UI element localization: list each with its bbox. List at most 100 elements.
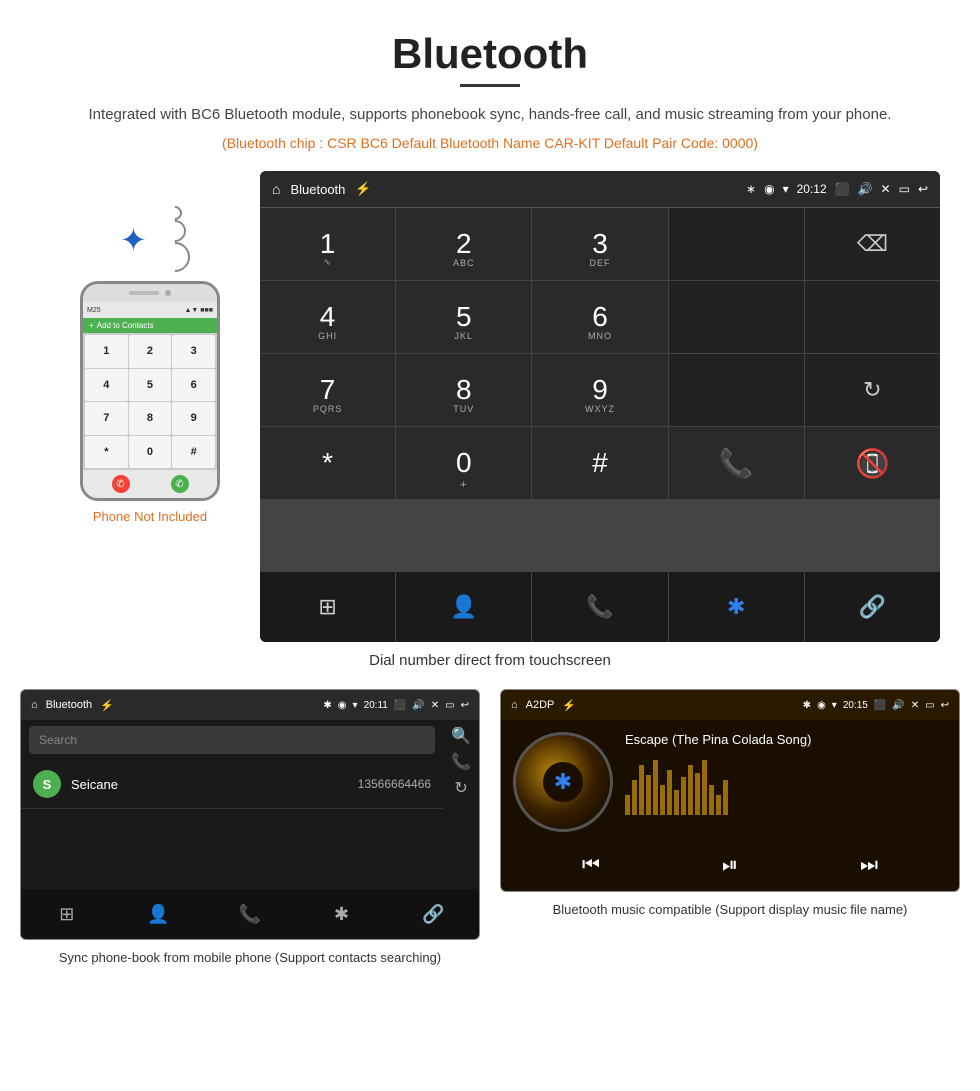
phone-key-hash[interactable]: #: [172, 436, 215, 469]
pb-contacts-icon[interactable]: 👤: [113, 889, 205, 939]
music-camera-icon: ⬛: [874, 700, 886, 711]
dialpad-grid-icon[interactable]: ⊞: [260, 572, 395, 642]
music-location-icon: ◉: [817, 700, 826, 711]
music-time: 20:15: [843, 700, 868, 711]
phone-key-9[interactable]: 9: [172, 402, 215, 435]
phone-image: M25 ▲▼ ■■■ + Add to Contacts 1 2 3 4 5 6…: [80, 281, 220, 501]
music-window-icon: ▭: [925, 700, 934, 711]
pb-main: Search S Seicane 13566664466 🔍 📞 ↻: [21, 720, 479, 889]
dial-key-7[interactable]: 7 PQRS: [260, 354, 395, 426]
dial-empty-3: [805, 281, 940, 353]
phone-end-call-btn[interactable]: ✆: [112, 475, 130, 493]
phone-speaker: [129, 291, 159, 295]
music-screenshot: ⌂ A2DP ⚡ ✱ ◉ ▾ 20:15 ⬛ 🔊 ✕ ▭ ↩: [500, 689, 960, 892]
viz-bar-3: [639, 765, 644, 815]
viz-bar-7: [667, 770, 672, 815]
call-green-icon: 📞: [719, 447, 754, 480]
pb-search-placeholder: Search: [39, 733, 77, 747]
phone-bottom-bar: ✆ ✆: [83, 470, 217, 498]
music-app-name: A2DP: [526, 699, 555, 711]
phonebook-caption-text: Sync phone-book from mobile phone (Suppo…: [59, 950, 441, 965]
phone-call-btn[interactable]: ✆: [171, 475, 189, 493]
pb-link-icon[interactable]: 🔗: [387, 889, 479, 939]
dial-key-3[interactable]: 3 DEF: [532, 208, 667, 280]
pb-time: 20:11: [364, 700, 388, 711]
music-wifi-icon: ▾: [832, 700, 837, 711]
dial-sub-9: WXYZ: [585, 404, 615, 414]
link-icon[interactable]: 🔗: [805, 572, 940, 642]
bottom-section: ⌂ Bluetooth ⚡ ✱ ◉ ▾ 20:11 ⬛ 🔊 ✕ ▭ ↩: [0, 689, 980, 988]
pb-call-icon[interactable]: 📞: [204, 889, 296, 939]
hangup-icon: 📵: [855, 447, 890, 480]
dial-key-1[interactable]: 1 ∿: [260, 208, 395, 280]
phone-key-star[interactable]: *: [85, 436, 128, 469]
back-icon[interactable]: ↩: [918, 182, 928, 196]
dial-key-6[interactable]: 6 MNO: [532, 281, 667, 353]
phone-key-1[interactable]: 1: [85, 335, 128, 368]
signal-icons: ▲▼ ■■■: [185, 307, 214, 314]
pb-back-icon[interactable]: ↩: [461, 700, 469, 711]
bluetooth-bt-icon[interactable]: ✱: [669, 572, 804, 642]
phone-key-2[interactable]: 2: [129, 335, 172, 368]
phone-key-8[interactable]: 8: [129, 402, 172, 435]
next-track-btn[interactable]: ⏭: [860, 854, 878, 877]
dial-key-8[interactable]: 8 TUV: [396, 354, 531, 426]
usb-icon: ⚡: [355, 181, 371, 197]
phone-key-0[interactable]: 0: [129, 436, 172, 469]
phone-screen: M25 ▲▼ ■■■ + Add to Contacts 1 2 3 4 5 6…: [83, 302, 217, 498]
dial-call-green[interactable]: 📞: [669, 427, 804, 499]
dial-bottom-bar: ⊞ 👤 📞 ✱ 🔗: [260, 572, 940, 642]
dial-key-2[interactable]: 2 ABC: [396, 208, 531, 280]
phone-key-5[interactable]: 5: [129, 369, 172, 402]
music-close-icon[interactable]: ✕: [911, 700, 919, 711]
phone-key-6[interactable]: 6: [172, 369, 215, 402]
dial-num-9: 9: [592, 376, 608, 404]
android-top-bar: ⌂ Bluetooth ⚡ ∗ ◉ ▾ 20:12 ⬛ 🔊 ✕ ▭ ↩: [260, 171, 940, 207]
dial-caption: Dial number direct from touchscreen: [0, 652, 980, 669]
dial-key-0[interactable]: 0 +: [396, 427, 531, 499]
pb-bottom-bar: ⊞ 👤 📞 ✱ 🔗: [21, 889, 479, 939]
viz-bar-5: [653, 760, 658, 815]
phone-key-7[interactable]: 7: [85, 402, 128, 435]
pb-search[interactable]: Search: [29, 726, 435, 754]
dial-empty-1: [669, 208, 804, 280]
pb-close-icon[interactable]: ✕: [431, 700, 439, 711]
phone-call-icon[interactable]: 📞: [532, 572, 667, 642]
dial-refresh[interactable]: ↻: [805, 354, 940, 426]
pb-refresh-icon[interactable]: ↻: [454, 778, 467, 798]
dial-key-4[interactable]: 4 GHI: [260, 281, 395, 353]
dial-key-hash[interactable]: #: [532, 427, 667, 499]
music-home-icon[interactable]: ⌂: [511, 699, 518, 711]
dial-hangup-red[interactable]: 📵: [805, 427, 940, 499]
dial-key-star[interactable]: *: [260, 427, 395, 499]
prev-track-btn[interactable]: ⏮: [582, 854, 600, 877]
dial-backspace[interactable]: ⌫: [805, 208, 940, 280]
add-contact-label: Add to Contacts: [97, 321, 154, 330]
dial-key-5[interactable]: 5 JKL: [396, 281, 531, 353]
signal-arcs: [168, 206, 190, 272]
pb-bt-bottom-icon[interactable]: ✱: [296, 889, 388, 939]
phone-key-3[interactable]: 3: [172, 335, 215, 368]
dial-num-8: 8: [456, 376, 472, 404]
android-dial-screen: ⌂ Bluetooth ⚡ ∗ ◉ ▾ 20:12 ⬛ 🔊 ✕ ▭ ↩ 1 ∿: [260, 171, 940, 642]
pb-search-icon[interactable]: 🔍: [451, 726, 471, 746]
viz-bar-4: [646, 775, 651, 815]
pb-home-icon[interactable]: ⌂: [31, 699, 38, 711]
music-caption-text: Bluetooth music compatible (Support disp…: [553, 902, 908, 917]
pb-app-name: Bluetooth: [46, 699, 92, 711]
pb-grid-icon[interactable]: ⊞: [21, 889, 113, 939]
dial-key-9[interactable]: 9 WXYZ: [532, 354, 667, 426]
phone-dialpad: 1 2 3 4 5 6 7 8 9 * 0 #: [83, 333, 217, 470]
dial-num-3: 3: [592, 230, 608, 258]
pb-phone-icon[interactable]: 📞: [451, 752, 471, 772]
viz-bar-11: [695, 773, 700, 815]
pb-contact-row[interactable]: S Seicane 13566664466: [21, 760, 443, 809]
music-back-icon[interactable]: ↩: [941, 700, 949, 711]
contacts-icon[interactable]: 👤: [396, 572, 531, 642]
play-pause-btn[interactable]: ⏯: [722, 854, 738, 877]
dial-sub-6: MNO: [588, 331, 612, 341]
phone-side: ✦ M25 ▲▼ ■■■ + Add to Contacts: [40, 171, 260, 524]
home-icon[interactable]: ⌂: [272, 181, 280, 197]
close-icon[interactable]: ✕: [881, 182, 891, 196]
phone-key-4[interactable]: 4: [85, 369, 128, 402]
